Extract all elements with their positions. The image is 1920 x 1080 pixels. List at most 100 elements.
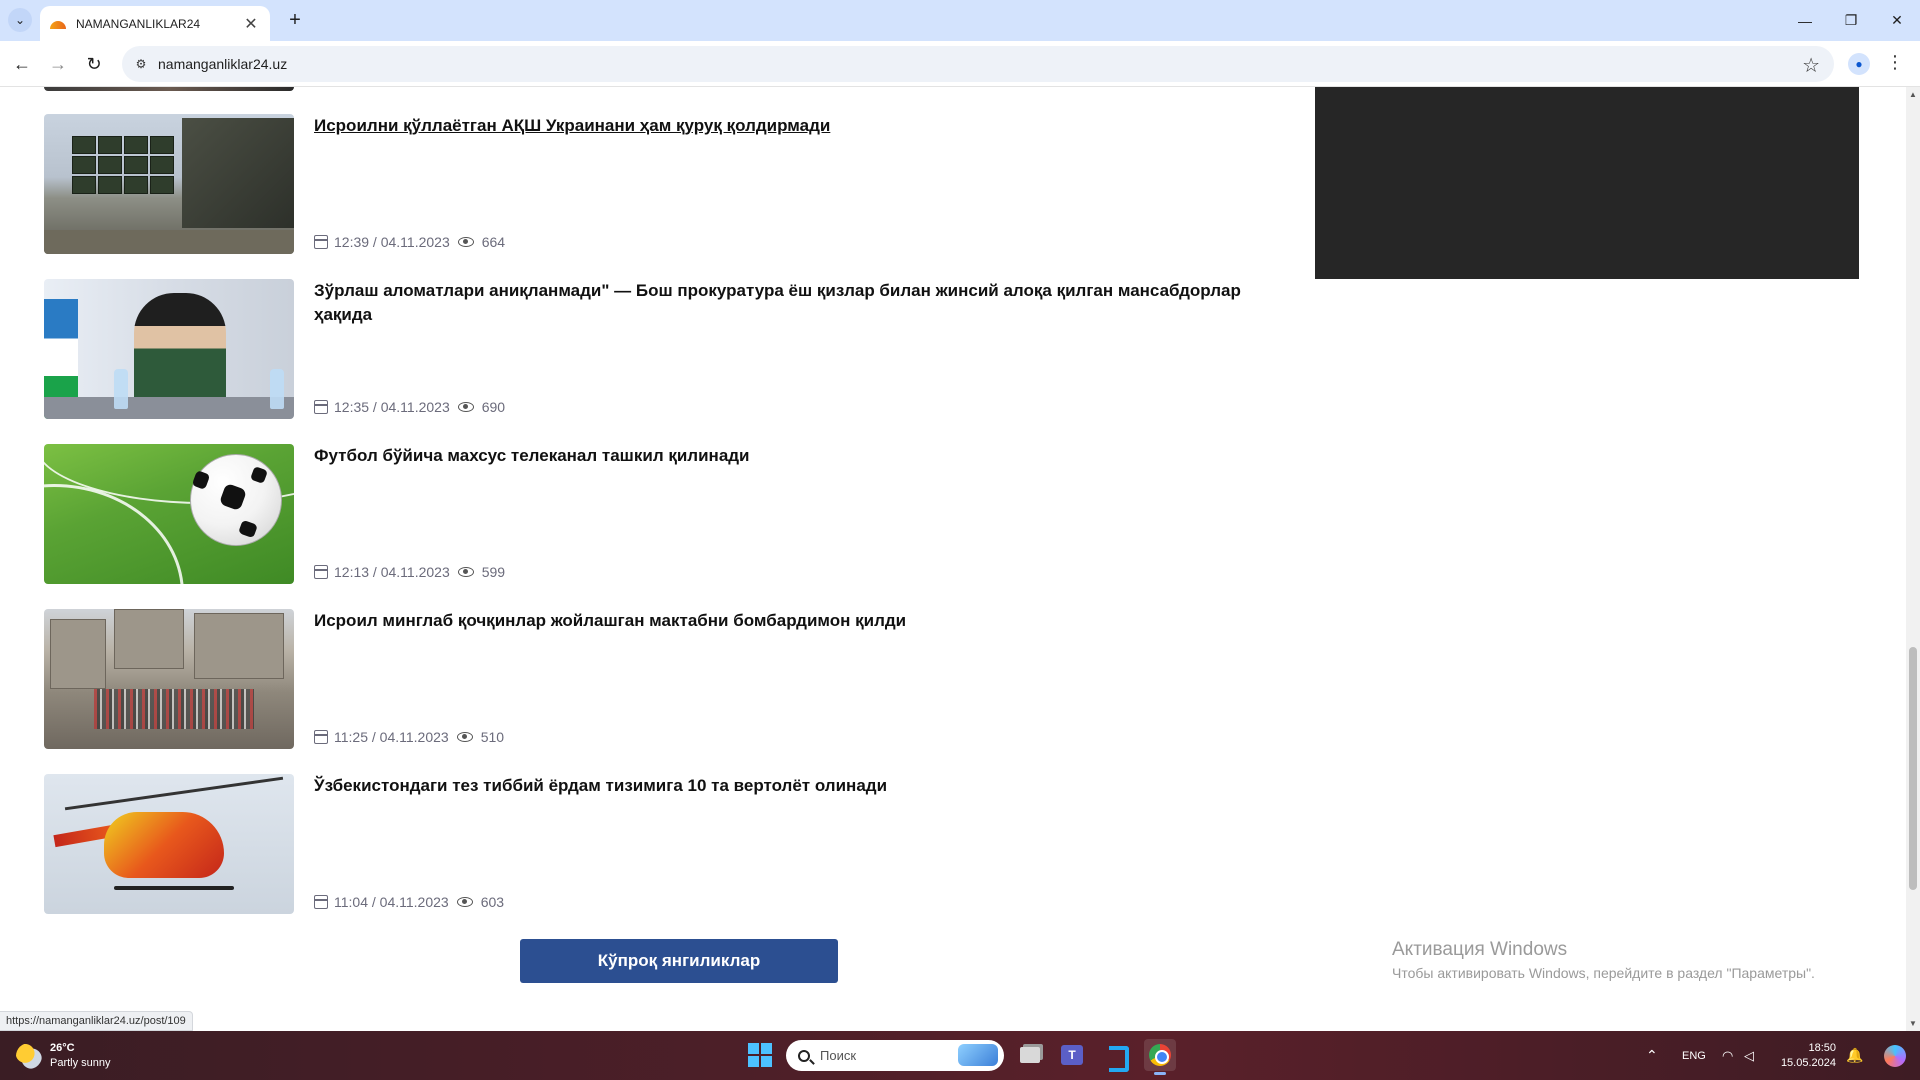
minimize-button[interactable]: — xyxy=(1782,0,1828,41)
person-icon: ● xyxy=(1855,57,1863,71)
close-window-button[interactable]: ✕ xyxy=(1874,0,1920,41)
windows-logo-icon xyxy=(748,1043,759,1054)
windows-taskbar: 26°C Partly sunny Поиск T ⌃ ENG ◠ ◁ 18:5… xyxy=(0,1031,1920,1080)
news-meta: 12:35 / 04.11.2023 690 xyxy=(314,399,505,415)
more-news-button[interactable]: Кўпроқ янгиликлар xyxy=(520,939,838,983)
news-title-link[interactable]: Исроилни қўллаётган АҚШ Украинани ҳам қу… xyxy=(314,114,1294,138)
language-indicator[interactable]: ENG xyxy=(1682,1031,1706,1080)
calendar-icon xyxy=(314,730,328,744)
forward-button[interactable]: → xyxy=(44,50,72,78)
teams-icon: T xyxy=(1061,1045,1083,1065)
copilot-icon[interactable] xyxy=(1884,1045,1906,1067)
tab-search-button[interactable]: ⌄ xyxy=(8,8,32,32)
file-explorer-button[interactable] xyxy=(1014,1039,1046,1071)
news-item[interactable]: Зўрлаш аломатлари аниқланмади" — Бош про… xyxy=(44,279,1284,419)
news-title-link[interactable]: Футбол бўйича махсус телеканал ташкил қи… xyxy=(314,444,1294,468)
calendar-icon xyxy=(314,400,328,414)
eye-icon xyxy=(457,237,474,247)
activation-title: Активация Windows xyxy=(1392,939,1568,960)
reload-icon: ↻ xyxy=(86,53,102,74)
chevron-up-icon: ⌃ xyxy=(1646,1047,1658,1063)
site-info-icon[interactable]: ⚙ xyxy=(132,55,150,73)
volume-icon[interactable]: ◁ xyxy=(1744,1031,1754,1080)
profile-avatar[interactable]: ● xyxy=(1848,53,1870,75)
calendar-icon xyxy=(314,565,328,579)
scroll-up-icon[interactable]: ▲ xyxy=(1909,90,1917,99)
browser-toolbar: ← → ↻ ⚙ namanganliklar24.uz ☆ ● ⋮ xyxy=(0,41,1920,87)
tab-strip: ⌄ NAMANGANLIKLAR24 ✕ + — ❐ ✕ xyxy=(0,0,1920,41)
eye-icon xyxy=(457,402,474,412)
news-title-link[interactable]: Ўзбекистондаги тез тиббий ёрдам тизимига… xyxy=(314,774,1294,798)
news-time: 12:39 / 04.11.2023 xyxy=(334,234,450,250)
tab-namanganliklar[interactable]: NAMANGANLIKLAR24 ✕ xyxy=(40,6,270,41)
tab-close-icon[interactable]: ✕ xyxy=(242,14,260,34)
chrome-button[interactable] xyxy=(1144,1039,1176,1075)
news-thumbnail[interactable] xyxy=(44,114,294,254)
news-thumbnail[interactable] xyxy=(44,774,294,914)
show-hidden-icons-button[interactable]: ⌃ xyxy=(1646,1031,1658,1080)
previous-news-thumbnail[interactable] xyxy=(44,87,294,91)
address-bar[interactable]: ⚙ namanganliklar24.uz ☆ xyxy=(122,46,1834,82)
site-favicon-icon xyxy=(50,19,66,29)
status-bar-url: https://namanganliklar24.uz/post/109 xyxy=(0,1011,193,1031)
partly-sunny-icon xyxy=(16,1043,42,1069)
sidebar-ad-block[interactable] xyxy=(1315,87,1859,279)
weather-temperature: 26°C xyxy=(50,1042,75,1054)
weather-description: Partly sunny xyxy=(50,1057,111,1069)
browser-menu-button[interactable]: ⋮ xyxy=(1886,51,1904,73)
wifi-icon[interactable]: ◠ xyxy=(1722,1031,1733,1080)
scrollbar-thumb[interactable] xyxy=(1909,647,1917,890)
weather-widget[interactable]: 26°C Partly sunny xyxy=(16,1041,111,1071)
news-views: 599 xyxy=(481,564,506,580)
news-item[interactable]: Исроил минглаб қочқинлар жойлашган макта… xyxy=(44,609,1284,749)
vscode-button[interactable] xyxy=(1100,1039,1132,1072)
tab-title: NAMANGANLIKLAR24 xyxy=(76,16,201,31)
eye-icon xyxy=(457,567,474,577)
start-button[interactable] xyxy=(748,1043,772,1067)
news-title-link[interactable]: Исроил минглаб қочқинлар жойлашган макта… xyxy=(314,609,1294,633)
search-placeholder: Поиск xyxy=(820,1048,857,1063)
page-viewport: Исроилни қўллаётган АҚШ Украинани ҳам қу… xyxy=(0,87,1906,1031)
notifications-icon[interactable]: 🔔 xyxy=(1846,1031,1863,1080)
teams-button[interactable]: T xyxy=(1056,1039,1088,1071)
new-tab-button[interactable]: + xyxy=(282,8,308,34)
scroll-down-icon[interactable]: ▼ xyxy=(1909,1019,1917,1028)
vscode-icon xyxy=(1105,1044,1129,1072)
news-item[interactable]: Исроилни қўллаётган АҚШ Украинани ҳам қу… xyxy=(44,114,1284,254)
windows-activation-watermark: Активация Windows Чтобы активировать Win… xyxy=(1392,939,1815,981)
news-thumbnail[interactable] xyxy=(44,279,294,419)
news-time: 11:25 / 04.11.2023 xyxy=(334,729,449,745)
news-item[interactable]: Футбол бўйича махсус телеканал ташкил қи… xyxy=(44,444,1284,584)
chevron-down-icon: ⌄ xyxy=(14,13,26,27)
news-meta: 11:25 / 04.11.2023 510 xyxy=(314,729,504,745)
news-views: 510 xyxy=(480,729,505,745)
restore-button[interactable]: ❐ xyxy=(1828,0,1874,41)
system-clock[interactable]: 18:50 15.05.2024 xyxy=(1776,1041,1836,1071)
news-title-link[interactable]: Зўрлаш аломатлари аниқланмади" — Бош про… xyxy=(314,279,1294,327)
page-scrollbar[interactable]: ▲ ▼ xyxy=(1906,87,1920,1031)
news-thumbnail[interactable] xyxy=(44,444,294,584)
bookmark-star-icon[interactable]: ☆ xyxy=(1802,53,1820,78)
back-button[interactable]: ← xyxy=(8,50,36,78)
news-views: 603 xyxy=(480,894,505,910)
news-time: 12:35 / 04.11.2023 xyxy=(334,399,450,415)
news-views: 690 xyxy=(481,399,506,415)
arrow-left-icon: ← xyxy=(13,53,31,74)
clock-time: 18:50 xyxy=(1808,1042,1836,1054)
calendar-icon xyxy=(314,235,328,249)
eye-icon xyxy=(456,897,473,907)
taskbar-search[interactable]: Поиск xyxy=(786,1040,1004,1071)
news-meta: 11:04 / 04.11.2023 603 xyxy=(314,894,504,910)
news-item[interactable]: Ўзбекистондаги тез тиббий ёрдам тизимига… xyxy=(44,774,1284,914)
clock-date: 15.05.2024 xyxy=(1780,1057,1836,1069)
news-meta: 12:13 / 04.11.2023 599 xyxy=(314,564,505,580)
arrow-right-icon: → xyxy=(49,53,67,74)
news-views: 664 xyxy=(481,234,506,250)
chrome-icon xyxy=(1149,1044,1171,1066)
activation-subtitle: Чтобы активировать Windows, перейдите в … xyxy=(1392,965,1815,981)
search-highlight-icon xyxy=(958,1044,998,1066)
url-text[interactable]: namanganliklar24.uz xyxy=(158,56,287,72)
news-thumbnail[interactable] xyxy=(44,609,294,749)
reload-button[interactable]: ↻ xyxy=(80,50,108,78)
file-explorer-icon xyxy=(1020,1047,1040,1063)
